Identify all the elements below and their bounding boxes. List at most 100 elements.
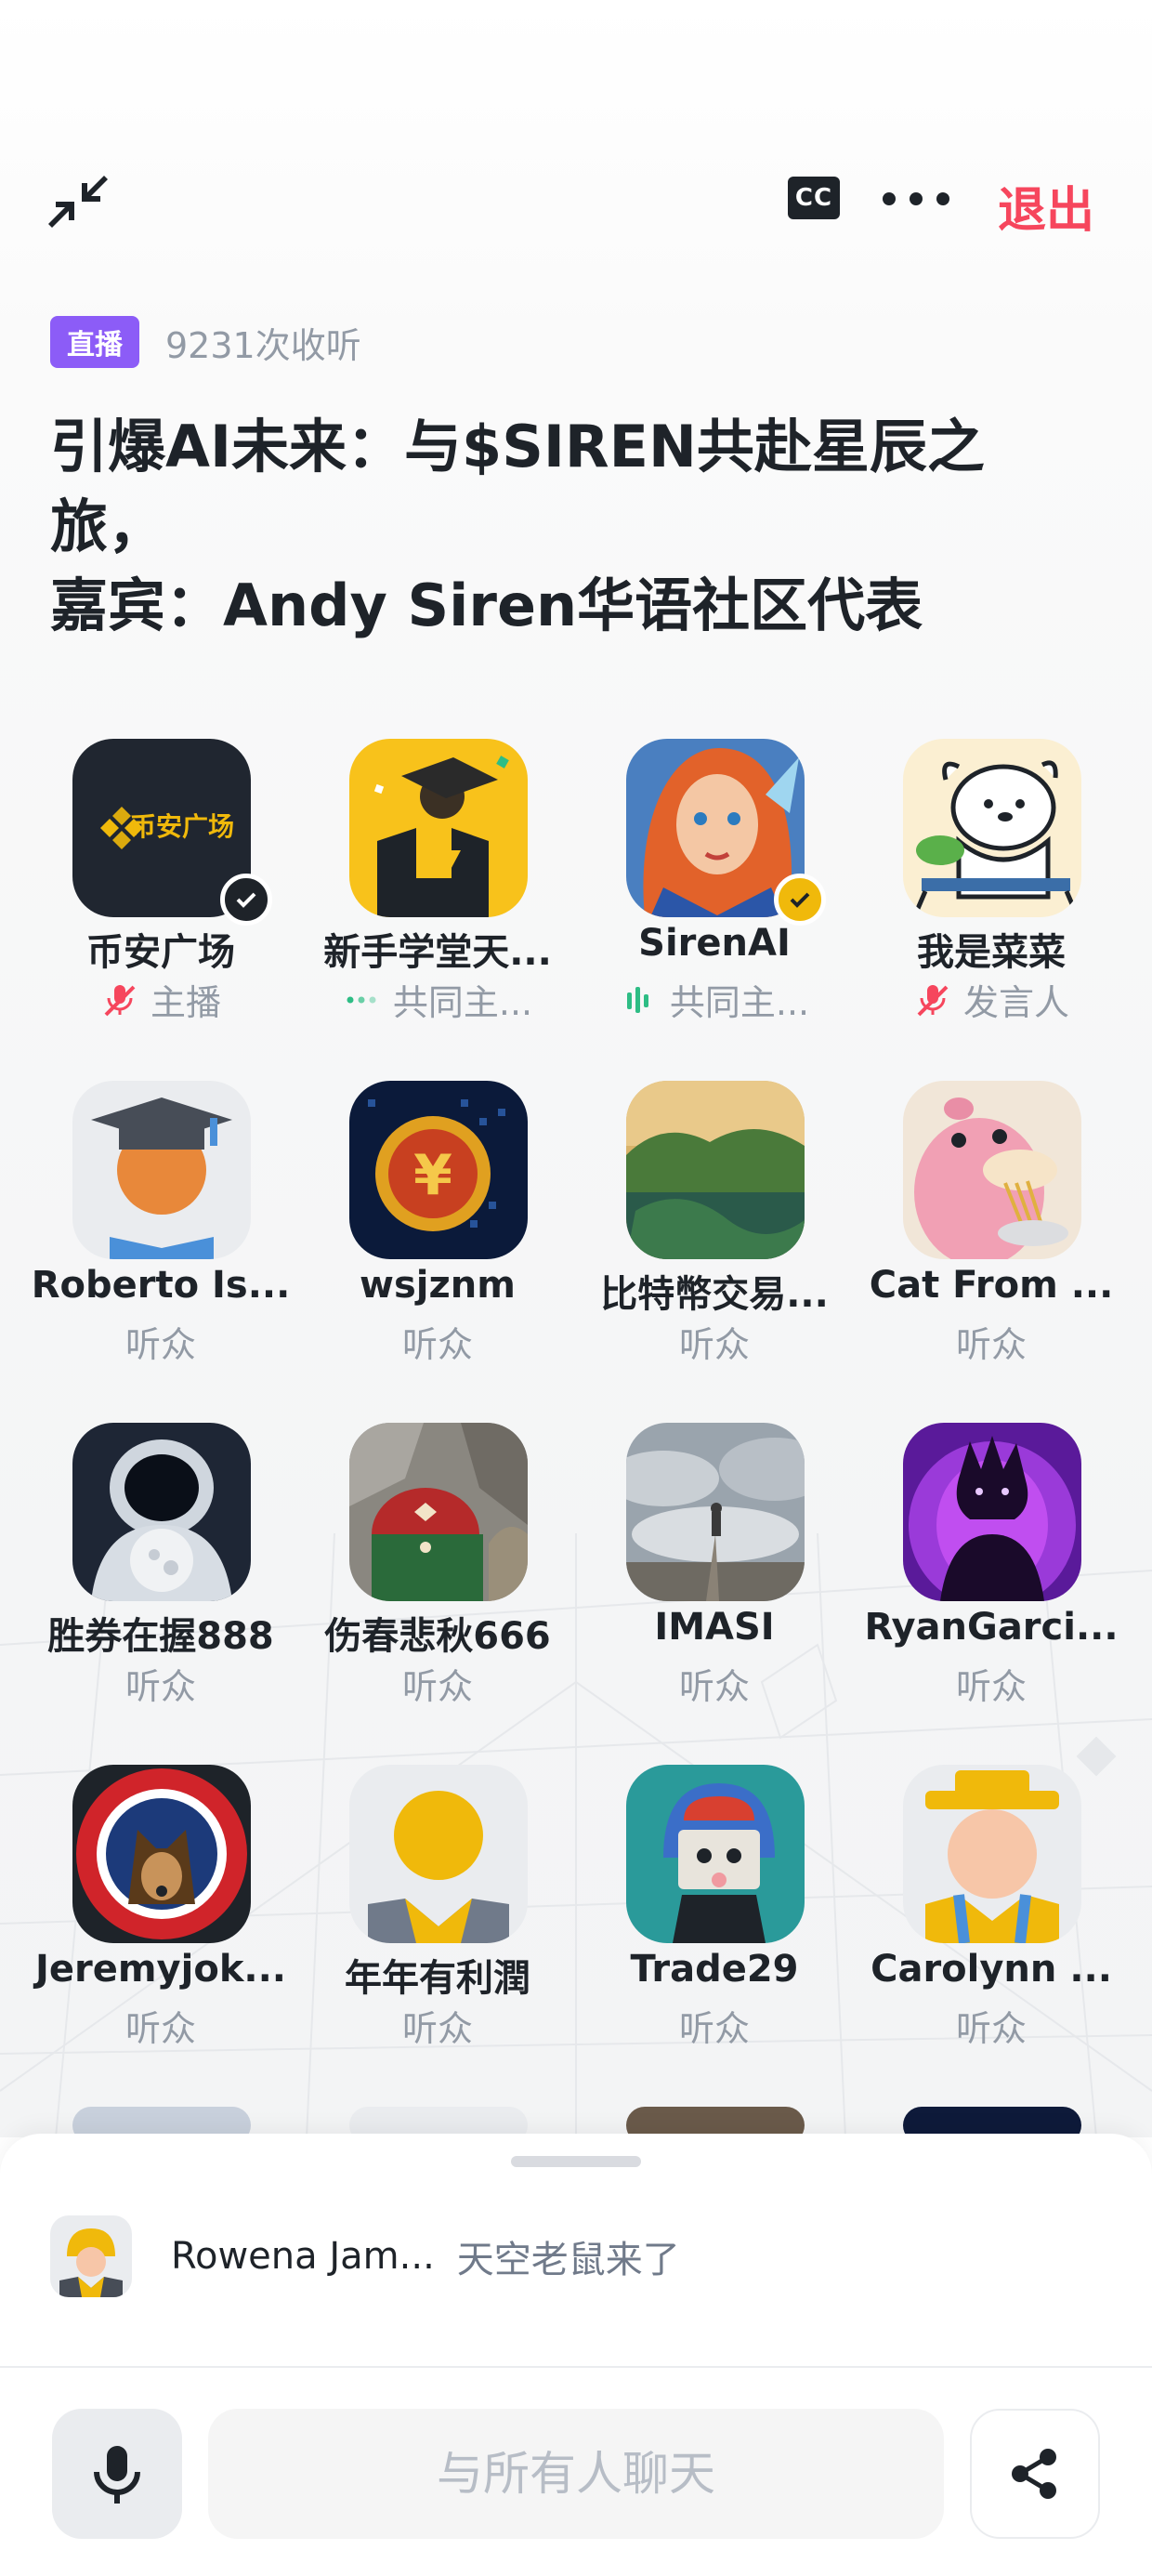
role-label: 听众 (678, 2008, 750, 2049)
participant-listener[interactable]: 年年有利潤 听众 (300, 1760, 575, 2095)
participant-name: 币安广场 (86, 931, 235, 974)
avatar (72, 1423, 251, 1601)
role-label: 听众 (124, 1324, 196, 1365)
dots-icon (347, 996, 376, 1003)
participant-role: 听众 (300, 2000, 575, 2051)
title-line: 嘉宾：Andy Siren华语社区代表 (50, 572, 923, 640)
helmet-character (626, 1765, 805, 1943)
participant-role: 听众 (23, 1316, 298, 1367)
role-label: 共同主... (392, 982, 533, 1023)
listen-count: 9231次收听 (165, 324, 361, 366)
avatar (903, 1423, 1081, 1601)
participant-role: 听众 (23, 1658, 298, 1709)
participant-role: 听众 (854, 1658, 1129, 1709)
participant-role: 听众 (23, 2000, 298, 2051)
participant-listener[interactable]: Carolynn ... 听众 (854, 1760, 1129, 2095)
avatar (349, 739, 528, 917)
title-line: 引爆AI未来：与$SIREN共赴星辰之 (50, 413, 985, 480)
participant-role: 发言人 (854, 974, 1129, 1025)
space-title: 引爆AI未来：与$SIREN共赴星辰之 旅， 嘉宾：Andy Siren华语社区… (50, 407, 1109, 646)
role-label: 听众 (124, 2008, 196, 2049)
participant-role: 听众 (300, 1658, 575, 1709)
participant-listener[interactable]: ¥ wsjznm 听众 (300, 1076, 575, 1411)
participant-speaker[interactable]: 我是菜菜 发言人 (854, 734, 1129, 1069)
participant-listener[interactable]: Cat From ... 听众 (854, 1076, 1129, 1411)
role-label: 听众 (955, 1324, 1027, 1365)
participant-name: SirenAI (638, 922, 791, 965)
knitted-sweater-photo (349, 1423, 528, 1601)
divider (0, 2366, 1152, 2368)
participant-cohost[interactable]: SirenAI 共同主... (577, 734, 852, 1069)
avatar (349, 1765, 528, 1943)
participant-name: wsjznm (360, 1264, 516, 1307)
role-label: 主播 (150, 982, 221, 1023)
default-helmet-avatar (50, 2215, 132, 2297)
participant-name: Carolynn ... (871, 1948, 1112, 1991)
microphone-button[interactable] (52, 2409, 182, 2539)
participant-name: 新手学堂天... (323, 931, 552, 974)
purple-flame-silhouette (903, 1423, 1081, 1601)
default-scholar-avatar (72, 1081, 251, 1259)
role-label: 听众 (678, 1324, 750, 1365)
participant-listener[interactable]: 胜券在握888 听众 (23, 1418, 298, 1753)
more-options-icon[interactable] (883, 173, 949, 225)
role-label: 听众 (124, 1666, 196, 1707)
microphone-icon (94, 2446, 140, 2504)
chat-sheet: Rowena Jam... 天空老鼠来了 (0, 2134, 1152, 2576)
chat-input[interactable] (208, 2409, 944, 2539)
share-button[interactable] (970, 2409, 1100, 2539)
exit-button[interactable]: 退出 (998, 171, 1094, 241)
gold-coin-digital: ¥ (349, 1081, 528, 1259)
role-label: 发言人 (962, 982, 1069, 1023)
avatar: ¥ (349, 1081, 528, 1259)
participant-listener[interactable]: Jeremyjok... 听众 (23, 1760, 298, 2095)
default-hat-avatar (903, 1765, 1081, 1943)
white-bear-illustration (903, 739, 1081, 917)
graduation-cap-illustration (349, 739, 528, 917)
participant-role: 听众 (854, 2000, 1129, 2051)
avatar (903, 739, 1081, 917)
green-island-landscape (626, 1081, 805, 1259)
title-line: 旅， (50, 492, 166, 560)
avatar (50, 2215, 132, 2297)
participant-name: 年年有利潤 (345, 1957, 530, 2000)
live-info-row: 直播 9231次收听 (50, 316, 361, 368)
sheet-drag-handle[interactable] (511, 2156, 641, 2167)
role-label: 听众 (955, 1666, 1027, 1707)
verified-badge-icon (220, 874, 272, 926)
role-label: 听众 (678, 1666, 750, 1707)
role-label: 听众 (401, 2008, 473, 2049)
participant-name: 我是菜菜 (917, 931, 1066, 974)
chat-message: Rowena Jam... 天空老鼠来了 (50, 2210, 680, 2303)
pink-slowpoke-eating (903, 1081, 1081, 1259)
speaking-bars-icon (626, 986, 648, 1013)
participant-name: RyanGarci... (864, 1606, 1119, 1649)
closed-caption-button[interactable]: CC (788, 177, 840, 219)
astronaut-moon (72, 1423, 251, 1601)
participant-name: Jeremyjok... (35, 1948, 286, 1991)
participant-name: Cat From ... (869, 1264, 1114, 1307)
participant-name: IMASI (654, 1606, 775, 1649)
participant-listener[interactable]: 伤春悲秋666 听众 (300, 1418, 575, 1753)
participant-role: 听众 (577, 1658, 852, 1709)
participant-name: 伤春悲秋666 (324, 1615, 551, 1658)
svg-text:¥: ¥ (413, 1143, 452, 1208)
chat-username: Rowena Jam... (171, 2235, 435, 2278)
svg-text:币安广场: 币安广场 (130, 811, 234, 842)
minimize-icon[interactable] (48, 172, 108, 231)
participant-listener[interactable]: IMASI 听众 (577, 1418, 852, 1753)
participant-listener[interactable]: RyanGarci... 听众 (854, 1418, 1129, 1753)
participant-role: 听众 (577, 2000, 852, 2051)
participant-listener[interactable]: Roberto Is... 听众 (23, 1076, 298, 1411)
participant-listener[interactable]: 比特幣交易... 听众 (577, 1076, 852, 1411)
participant-host[interactable]: 币安广场 币安广场 主播 (23, 734, 298, 1069)
avatar (626, 1423, 805, 1601)
man-walking-clouds (626, 1423, 805, 1601)
participant-role: 听众 (300, 1316, 575, 1367)
chat-text: 天空老鼠来了 (456, 2239, 680, 2281)
participant-listener[interactable]: Trade29 听众 (577, 1760, 852, 2095)
participant-cohost[interactable]: 新手学堂天... 共同主... (300, 734, 575, 1069)
role-label: 听众 (401, 1324, 473, 1365)
conan-dog-badge (72, 1765, 251, 1943)
role-label: 听众 (401, 1666, 473, 1707)
